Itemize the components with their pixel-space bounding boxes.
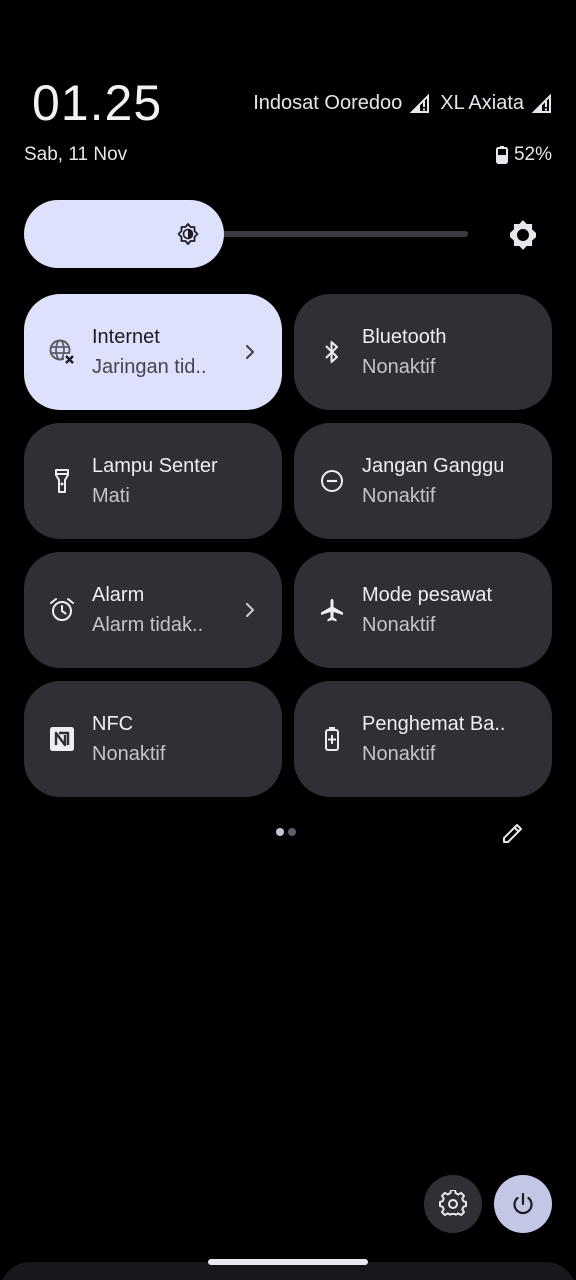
tile-status: Jaringan tid.. bbox=[92, 356, 207, 378]
settings-button[interactable] bbox=[424, 1175, 482, 1233]
tile-label: Jangan Ganggu bbox=[362, 455, 505, 477]
power-icon bbox=[513, 1192, 533, 1215]
battery-icon bbox=[495, 146, 508, 164]
tile-status: Nonaktif bbox=[362, 743, 436, 765]
page-dot bbox=[288, 828, 296, 836]
nfc-icon bbox=[50, 727, 74, 751]
tile-bluetooth[interactable]: Bluetooth Nonaktif bbox=[294, 294, 552, 410]
bluetooth-icon bbox=[325, 341, 338, 363]
drag-handle[interactable] bbox=[208, 1259, 368, 1265]
gear-icon bbox=[439, 1190, 467, 1216]
battery-saver-icon bbox=[325, 727, 339, 751]
battery-percent: 52% bbox=[513, 144, 552, 165]
tile-label: Lampu Senter bbox=[92, 455, 218, 477]
tile-label: Mode pesawat bbox=[362, 584, 493, 606]
carrier-2: XL Axiata bbox=[440, 92, 552, 115]
dnd-icon bbox=[321, 470, 343, 492]
brightness-icon bbox=[177, 223, 199, 245]
tile-do-not-disturb[interactable]: Jangan Ganggu Nonaktif bbox=[294, 423, 552, 539]
tile-nfc[interactable]: NFC Nonaktif bbox=[24, 681, 282, 797]
chevron-right-icon[interactable] bbox=[238, 598, 262, 622]
brightness-settings-icon[interactable] bbox=[506, 218, 540, 252]
tile-internet[interactable]: Internet Jaringan tid.. bbox=[24, 294, 282, 410]
tile-status: Alarm tidak.. bbox=[92, 614, 204, 636]
date-label[interactable]: Sab, 11 Nov bbox=[24, 144, 127, 166]
signal-icon bbox=[532, 93, 551, 113]
clock[interactable]: 01.25 bbox=[32, 74, 162, 132]
edit-pencil-icon[interactable] bbox=[500, 820, 526, 846]
brightness-slider[interactable] bbox=[24, 200, 468, 268]
signal-icon bbox=[410, 93, 430, 113]
carrier-list: Indosat Ooredoo XL Axiata bbox=[253, 92, 552, 115]
tile-label: Bluetooth bbox=[362, 326, 447, 348]
tile-label: Alarm bbox=[92, 584, 145, 606]
alarm-icon bbox=[50, 598, 74, 621]
brightness-track bbox=[202, 231, 468, 237]
chevron-right-icon[interactable] bbox=[238, 340, 262, 364]
battery-status[interactable]: 52% bbox=[495, 144, 552, 166]
tile-label: Penghemat Ba.. bbox=[362, 713, 506, 735]
tile-status: Nonaktif bbox=[362, 614, 436, 636]
tile-label: NFC bbox=[92, 713, 134, 735]
quick-settings-panel: 01.25 Indosat Ooredoo XL Axiata Sab, 11 … bbox=[0, 0, 576, 1280]
tile-flashlight[interactable]: Lampu Senter Mati bbox=[24, 423, 282, 539]
carrier-name: XL Axiata bbox=[440, 92, 524, 114]
page-dot-active bbox=[276, 828, 284, 836]
airplane-icon bbox=[321, 599, 343, 622]
tile-status: Nonaktif bbox=[362, 356, 436, 378]
power-button[interactable] bbox=[494, 1175, 552, 1233]
tile-airplane-mode[interactable]: Mode pesawat Nonaktif bbox=[294, 552, 552, 668]
tile-battery-saver[interactable]: Penghemat Ba.. Nonaktif bbox=[294, 681, 552, 797]
tile-alarm[interactable]: Alarm Alarm tidak.. bbox=[24, 552, 282, 668]
tile-status: Nonaktif bbox=[92, 743, 166, 765]
flashlight-icon bbox=[55, 469, 69, 493]
tile-status: Nonaktif bbox=[362, 485, 436, 507]
tile-label: Internet bbox=[92, 326, 160, 348]
carrier-name: Indosat Ooredoo bbox=[253, 92, 403, 114]
internet-icon bbox=[49, 339, 75, 365]
carrier-1: Indosat Ooredoo bbox=[253, 92, 430, 115]
tile-status: Mati bbox=[92, 485, 130, 507]
page-indicator bbox=[276, 828, 296, 836]
